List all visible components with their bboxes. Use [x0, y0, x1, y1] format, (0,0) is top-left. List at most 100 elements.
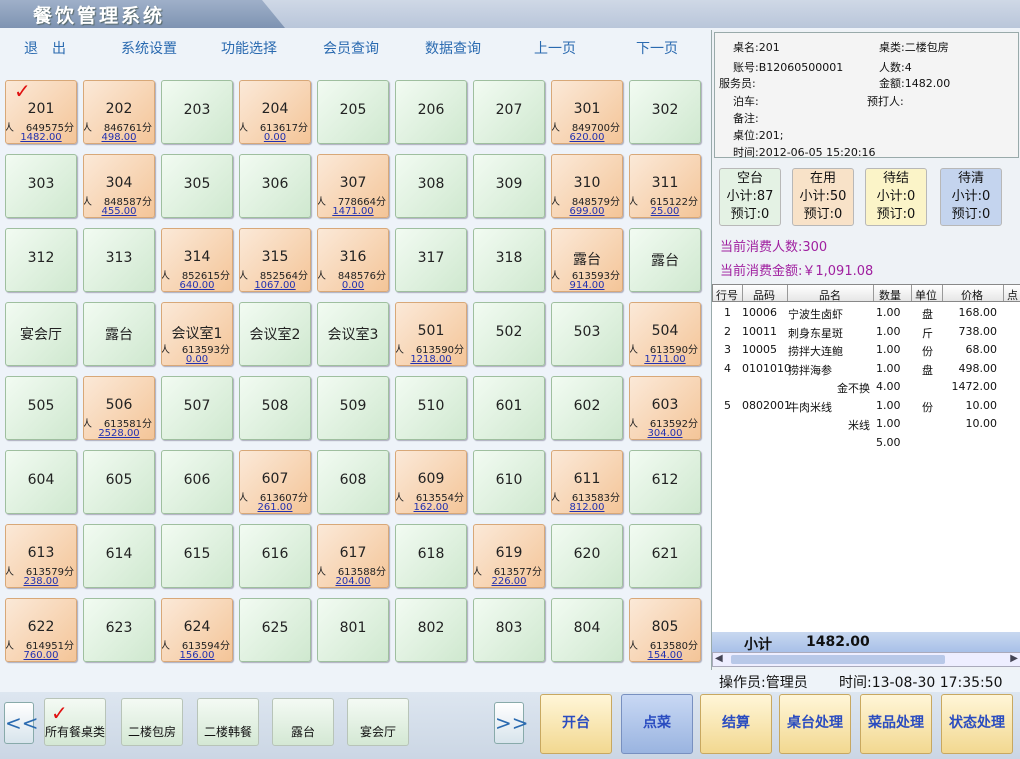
- order-dish-button[interactable]: 点菜: [621, 694, 693, 754]
- category-all[interactable]: ✓ 所有餐桌类: [44, 698, 106, 746]
- table-tile[interactable]: 608: [317, 450, 389, 514]
- menu-member-query[interactable]: 会员查询: [323, 38, 379, 58]
- table-tile[interactable]: 615: [161, 524, 233, 588]
- stat-in-use[interactable]: 在用 小计:50 预订:0: [792, 168, 854, 226]
- table-tile[interactable]: 612: [629, 450, 701, 514]
- table-tile[interactable]: 508: [239, 376, 311, 440]
- table-tile[interactable]: 617 人 613588分 204.00: [317, 524, 389, 588]
- table-tile[interactable]: 605: [83, 450, 155, 514]
- table-tile[interactable]: 311 人 615122分 25.00: [629, 154, 701, 218]
- table-tile[interactable]: 801: [317, 598, 389, 662]
- table-tile[interactable]: 804: [551, 598, 623, 662]
- table-tile[interactable]: 803: [473, 598, 545, 662]
- table-tile[interactable]: 露台人 613593分 914.00: [551, 228, 623, 292]
- table-tile[interactable]: 317: [395, 228, 467, 292]
- table-tile[interactable]: 会议室2: [239, 302, 311, 366]
- menu-data-query[interactable]: 数据查询: [425, 38, 481, 58]
- table-tile[interactable]: 624 人 613594分 156.00: [161, 598, 233, 662]
- menu-next-page[interactable]: 下一页: [636, 38, 678, 58]
- table-processing-button[interactable]: 桌台处理: [779, 694, 851, 754]
- table-tile[interactable]: 会议室1 人 613593分 0.00: [161, 302, 233, 366]
- table-tile[interactable]: 宴会厅: [5, 302, 77, 366]
- table-tile[interactable]: 620: [551, 524, 623, 588]
- table-tile[interactable]: 502: [473, 302, 545, 366]
- table-tile[interactable]: 614: [83, 524, 155, 588]
- table-tile[interactable]: 304 人 848587分 455.00: [83, 154, 155, 218]
- settle-button[interactable]: 结算: [700, 694, 772, 754]
- table-tile[interactable]: 会议室3: [317, 302, 389, 366]
- scroll-thumb[interactable]: [731, 655, 945, 664]
- table-tile[interactable]: 616: [239, 524, 311, 588]
- table-tile[interactable]: 206: [395, 80, 467, 144]
- order-row[interactable]: 5 0802001 牛肉米线 1.00 份 10.00: [712, 399, 1020, 417]
- table-tile[interactable]: 303: [5, 154, 77, 218]
- table-tile[interactable]: 606: [161, 450, 233, 514]
- table-tile[interactable]: 露台: [83, 302, 155, 366]
- category-banquet-hall[interactable]: 宴会厅: [347, 698, 409, 746]
- table-tile[interactable]: 602: [551, 376, 623, 440]
- order-row[interactable]: 金不换 4.00 1472.00: [712, 380, 1020, 398]
- table-tile[interactable]: 310 人 848579分 699.00: [551, 154, 623, 218]
- table-tile[interactable]: 609 人 613554分 162.00: [395, 450, 467, 514]
- table-tile[interactable]: 203: [161, 80, 233, 144]
- table-tile[interactable]: 308: [395, 154, 467, 218]
- table-tile[interactable]: 623: [83, 598, 155, 662]
- table-tile[interactable]: 316 人 848576分 0.00: [317, 228, 389, 292]
- order-row[interactable]: 米线 1.00 10.00: [712, 417, 1020, 435]
- table-tile[interactable]: 607 人 613607分 261.00: [239, 450, 311, 514]
- category-prev-button[interactable]: <<: [4, 702, 39, 744]
- table-tile[interactable]: 306: [239, 154, 311, 218]
- table-tile[interactable]: 604: [5, 450, 77, 514]
- category-next-button[interactable]: >>: [494, 702, 529, 744]
- category-second-floor-korean[interactable]: 二楼韩餐: [197, 698, 259, 746]
- table-tile[interactable]: 505: [5, 376, 77, 440]
- table-tile[interactable]: 625: [239, 598, 311, 662]
- table-tile[interactable]: 309: [473, 154, 545, 218]
- table-tile[interactable]: 312: [5, 228, 77, 292]
- table-tile[interactable]: 202 人 846761分 498.00: [83, 80, 155, 144]
- table-tile[interactable]: 622 人 614951分 760.00: [5, 598, 77, 662]
- dish-processing-button[interactable]: 菜品处理: [860, 694, 932, 754]
- table-tile[interactable]: 603 人 613592分 304.00: [629, 376, 701, 440]
- order-row[interactable]: 2 10011 刺身东星斑 1.00 斤 738.00: [712, 325, 1020, 343]
- table-tile[interactable]: 619 人 613577分 226.00: [473, 524, 545, 588]
- stat-pending-clean[interactable]: 待清 小计:0 预订:0: [940, 168, 1002, 226]
- table-tile[interactable]: 201 人 649575分 1482.00 ✓: [5, 80, 77, 144]
- table-tile[interactable]: 611 人 613583分 812.00: [551, 450, 623, 514]
- table-tile[interactable]: 318: [473, 228, 545, 292]
- table-tile[interactable]: 314 人 852615分 640.00: [161, 228, 233, 292]
- table-tile[interactable]: 204 人 613617分 0.00: [239, 80, 311, 144]
- table-tile[interactable]: 205: [317, 80, 389, 144]
- order-row[interactable]: 5.00: [712, 436, 1020, 454]
- order-row[interactable]: 1 10006 宁波生卤虾 1.00 盘 168.00: [712, 306, 1020, 324]
- table-tile[interactable]: 601: [473, 376, 545, 440]
- table-tile[interactable]: 507: [161, 376, 233, 440]
- menu-function-select[interactable]: 功能选择: [221, 38, 277, 58]
- table-tile[interactable]: 610: [473, 450, 545, 514]
- open-table-button[interactable]: 开台: [540, 694, 612, 754]
- table-tile[interactable]: 618: [395, 524, 467, 588]
- table-tile[interactable]: 506 人 613581分 2528.00: [83, 376, 155, 440]
- table-tile[interactable]: 302: [629, 80, 701, 144]
- scroll-right-icon[interactable]: ▶: [1010, 653, 1018, 664]
- table-tile[interactable]: 313: [83, 228, 155, 292]
- category-second-floor-private[interactable]: 二楼包房: [121, 698, 183, 746]
- scroll-left-icon[interactable]: ◀: [715, 653, 723, 664]
- category-terrace[interactable]: 露台: [272, 698, 334, 746]
- menu-exit[interactable]: 退 出: [24, 38, 66, 58]
- table-tile[interactable]: 510: [395, 376, 467, 440]
- menu-system-settings[interactable]: 系统设置: [121, 38, 177, 58]
- table-tile[interactable]: 315 人 852564分 1067.00: [239, 228, 311, 292]
- order-row[interactable]: 3 10005 捞拌大连鲍 1.00 份 68.00: [712, 343, 1020, 361]
- table-tile[interactable]: 503: [551, 302, 623, 366]
- status-processing-button[interactable]: 状态处理: [941, 694, 1013, 754]
- menu-prev-page[interactable]: 上一页: [534, 38, 576, 58]
- table-tile[interactable]: 501 人 613590分 1218.00: [395, 302, 467, 366]
- table-tile[interactable]: 509: [317, 376, 389, 440]
- table-tile[interactable]: 621: [629, 524, 701, 588]
- table-tile[interactable]: 802: [395, 598, 467, 662]
- table-tile[interactable]: 301 人 849700分 620.00: [551, 80, 623, 144]
- table-tile[interactable]: 207: [473, 80, 545, 144]
- horizontal-scrollbar[interactable]: ◀ ▶: [712, 652, 1020, 667]
- table-tile[interactable]: 613 人 613579分 238.00: [5, 524, 77, 588]
